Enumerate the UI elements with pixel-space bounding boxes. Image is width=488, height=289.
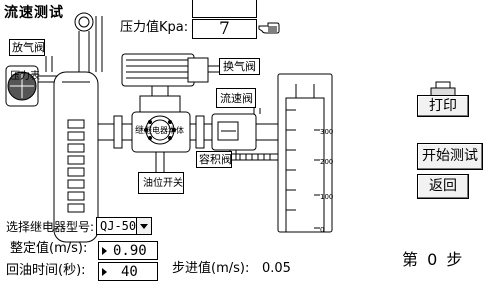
setting-value-input[interactable]: 0.90 bbox=[98, 241, 158, 260]
step-value-label: 步进值(m/s): bbox=[172, 261, 250, 276]
oil-switch-label: 油位开关 bbox=[143, 178, 183, 189]
back-button[interactable]: 返回 bbox=[417, 174, 469, 199]
pressure-gauge-label: 压力表 bbox=[10, 71, 40, 82]
step-suffix: 步 bbox=[446, 250, 463, 269]
step-indicator: 第 0 步 bbox=[402, 251, 462, 269]
pressure-display-top bbox=[192, 0, 257, 18]
change-valve-label-box: 换气阀 bbox=[219, 58, 260, 75]
pressure-display: 7 bbox=[192, 19, 257, 39]
scale-tick-300: 300 bbox=[320, 128, 334, 136]
setting-value: 0.90 bbox=[113, 243, 147, 259]
pressure-value: 7 bbox=[219, 19, 230, 39]
return-time-label: 回油时间(秒): bbox=[6, 263, 86, 278]
spin-arrow-icon[interactable] bbox=[102, 247, 107, 255]
step-value: 0.05 bbox=[262, 261, 291, 276]
vent-valve-label-box: 放气阀 bbox=[9, 39, 45, 56]
step-number: 0 bbox=[427, 250, 438, 269]
relay-label: 继 bbox=[135, 126, 145, 136]
oil-switch-label-box: 油位开关 bbox=[138, 172, 184, 194]
return-time-input[interactable]: 40 bbox=[98, 262, 158, 281]
flow-valve-label: 流速阀 bbox=[220, 92, 253, 105]
relay-model-label: 选择继电器型号: bbox=[6, 220, 95, 234]
print-button[interactable]: 打印 bbox=[417, 95, 469, 117]
scale-tick-100: 100 bbox=[320, 193, 334, 201]
return-time-value: 40 bbox=[121, 264, 138, 280]
scale-tick-200: 200 bbox=[320, 158, 334, 166]
vent-valve-label: 放气阀 bbox=[12, 41, 45, 54]
start-test-button[interactable]: 开始测试 bbox=[417, 143, 483, 170]
relay-model-value: QJ-50 bbox=[100, 219, 137, 233]
scale-tick-0: 0 bbox=[320, 226, 325, 234]
flow-valve-label-box: 流速阀 bbox=[216, 88, 256, 108]
change-valve-label: 换气阀 bbox=[223, 60, 256, 73]
relay-body-label: 继电器本体 bbox=[144, 126, 184, 135]
volume-valve-label: 容积阀 bbox=[199, 153, 232, 166]
pointing-hand-icon bbox=[258, 22, 280, 34]
spin-arrow-icon[interactable] bbox=[102, 268, 107, 276]
dropdown-arrow-icon[interactable] bbox=[136, 218, 151, 234]
setting-value-label: 整定值(m/s): bbox=[10, 241, 88, 256]
pressure-label: 压力值Kpa: bbox=[120, 20, 189, 35]
step-prefix: 第 bbox=[402, 250, 419, 269]
relay-model-select[interactable]: QJ-50 bbox=[96, 217, 152, 235]
volume-valve-label-box: 容积阀 bbox=[196, 151, 232, 168]
